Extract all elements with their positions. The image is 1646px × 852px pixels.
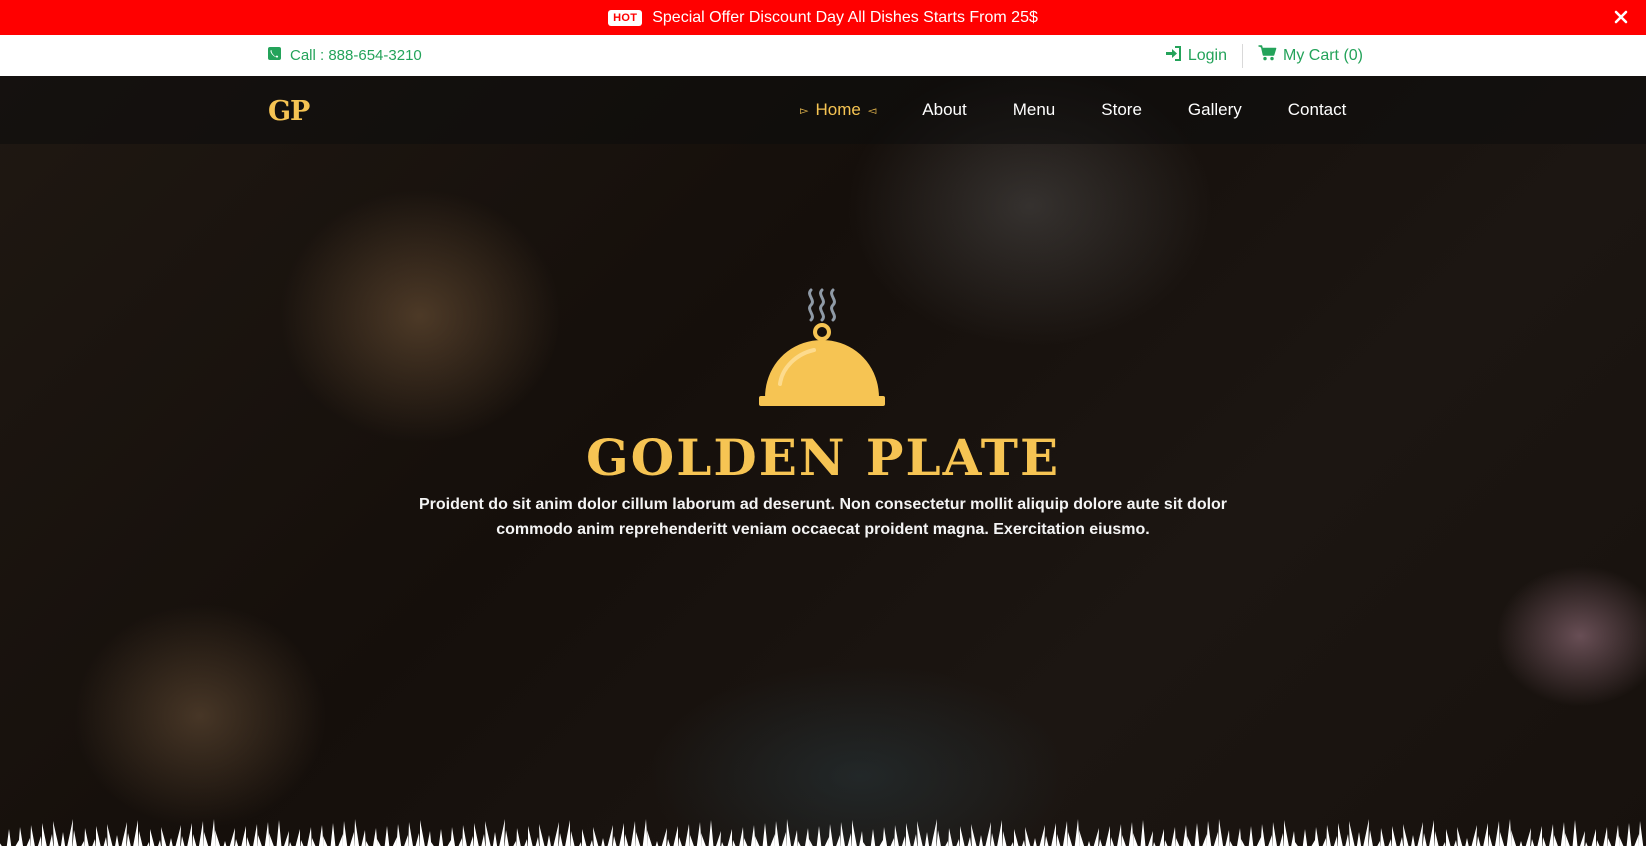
login-label: Login <box>1187 46 1227 64</box>
nav-item-label: Home <box>815 100 861 119</box>
arrow-right-icon: ▻ <box>800 104 809 117</box>
cloche-icon <box>756 288 888 412</box>
top-bar: Call : 888-654-3210 Login My Cart (0) <box>0 35 1646 76</box>
cart-link[interactable]: My Cart (0) <box>1258 45 1363 66</box>
promo-bar: HOT Special Offer Discount Day All Dishe… <box>0 0 1646 35</box>
site-logo[interactable]: GP <box>268 96 310 127</box>
nav-item-label: Gallery <box>1187 100 1242 119</box>
nav-item-label: About <box>922 100 967 119</box>
phone-icon <box>268 47 281 64</box>
nav-item-gallery[interactable]: Gallery <box>1188 100 1242 120</box>
grass-border <box>0 818 1646 852</box>
nav-item-label: Store <box>1101 100 1142 119</box>
arrow-left-icon: ◅ <box>867 104 877 117</box>
cart-icon <box>1258 45 1277 66</box>
login-link[interactable]: Login <box>1165 45 1227 66</box>
nav-item-store[interactable]: Store <box>1101 100 1142 120</box>
call-link[interactable]: Call : 888-654-3210 <box>268 35 422 76</box>
nav-item-contact[interactable]: Contact <box>1288 100 1347 120</box>
nav-item-menu[interactable]: Menu <box>1013 100 1056 120</box>
nav-item-about[interactable]: About <box>922 100 966 120</box>
nav-menu: ▻ Home ◅ About Menu Store Gallery Contac… <box>800 76 1346 144</box>
top-actions: Login My Cart (0) <box>1165 35 1363 76</box>
login-icon <box>1165 45 1182 66</box>
top-divider <box>1242 43 1243 68</box>
close-icon[interactable] <box>1610 6 1632 28</box>
nav-item-label: Menu <box>1012 100 1056 119</box>
nav-item-home[interactable]: ▻ Home ◅ <box>800 100 876 120</box>
hero-section: GP ▻ Home ◅ About Menu Store Gallery Con… <box>0 76 1646 852</box>
hero-description: Proident do sit anim dolor cillum laboru… <box>418 496 1228 538</box>
nav-item-label: Contact <box>1287 100 1347 119</box>
promo-text: Special Offer Discount Day All Dishes St… <box>652 8 1038 26</box>
cart-label: My Cart (0) <box>1283 46 1363 64</box>
hero-title: GOLDEN PLATE <box>585 428 1061 487</box>
hot-badge: HOT <box>608 9 643 26</box>
call-text: Call : 888-654-3210 <box>290 47 422 64</box>
main-navbar: GP ▻ Home ◅ About Menu Store Gallery Con… <box>0 76 1646 144</box>
